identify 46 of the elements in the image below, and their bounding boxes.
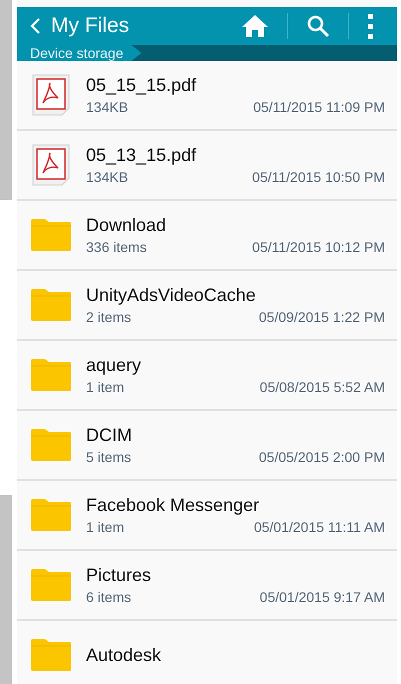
file-name: DCIM [86,425,133,446]
file-row[interactable]: 05_15_15.pdf 134KB 05/11/2015 11:09 PM [17,61,397,131]
file-name: Autodesk [86,644,162,666]
folder-icon [29,288,73,322]
file-size: 1 item [86,379,124,395]
file-name: 05_13_15.pdf [86,145,198,166]
file-size: 5 items [86,449,132,465]
modified-date: 05/05/2015 2:00 PM [258,449,385,465]
file-row[interactable]: DCIM 5 items 05/05/2015 2:00 PM [17,411,397,481]
file-row[interactable]: Download 336 items 05/11/2015 10:12 PM [17,201,397,271]
file-row[interactable]: Autodesk [17,621,397,684]
modified-date: 05/11/2015 10:50 PM [252,169,385,185]
folder-icon [29,638,73,672]
modified-date: 05/01/2015 11:11 AM [254,519,385,535]
file-name: 05_15_15.pdf [86,75,198,96]
file-size: 134KB [86,169,128,185]
file-row[interactable]: UnityAdsVideoCache 2 items 05/09/2015 1:22 PM [17,271,397,341]
home-icon [241,14,269,38]
folder-icon [29,568,73,602]
file-name: Facebook Messenger [86,495,260,516]
file-size: 2 items [86,309,132,325]
folder-icon [29,218,73,252]
file-row[interactable]: Facebook Messenger 1 item 05/01/2015 11:11 AM [17,481,397,551]
window-title: My Files [51,14,130,38]
search-icon [306,14,330,38]
modified-date: 05/01/2015 9:17 AM [260,589,385,605]
modified-date: 05/08/2015 5:52 AM [260,379,385,395]
folder-icon [29,428,73,462]
file-row[interactable]: 05_13_15.pdf 134KB 05/11/2015 10:50 PM [17,131,397,201]
folder-icon [29,358,73,392]
file-size: 6 items [86,589,132,605]
modified-date: 05/11/2015 10:12 PM [252,239,385,255]
modified-date: 05/11/2015 11:09 PM [253,99,385,115]
modified-date: 05/09/2015 1:22 PM [258,309,385,325]
file-name: Pictures [86,565,152,586]
file-name: UnityAdsVideoCache [86,285,257,306]
more-icon [367,13,375,39]
file-name: aquery [86,355,142,376]
file-size: 1 item [86,519,124,535]
file-row[interactable]: aquery 1 item 05/08/2015 5:52 AM [17,341,397,411]
file-row[interactable]: Pictures 6 items 05/01/2015 9:17 AM [17,551,397,621]
folder-icon [29,498,73,532]
file-name: Download [86,215,168,236]
file-size: 134KB [86,99,128,115]
back-icon [29,17,41,35]
file-size: 336 items [86,239,147,255]
